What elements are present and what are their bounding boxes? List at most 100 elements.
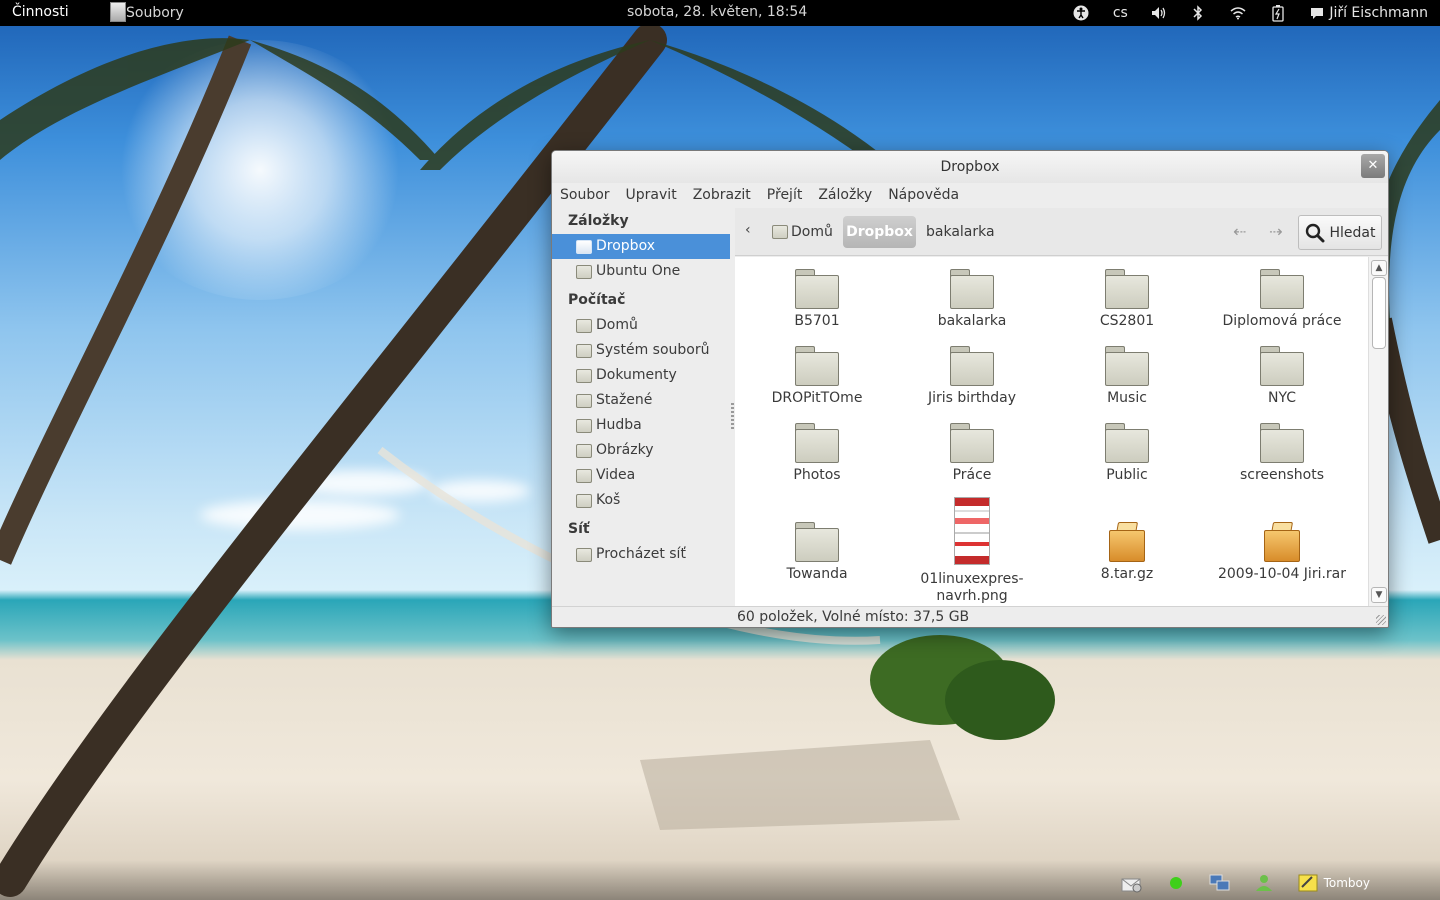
sidebar-item-label: Koš [596, 492, 621, 508]
user-status-icon[interactable] [1252, 872, 1276, 894]
battery-icon[interactable] [1258, 0, 1298, 26]
bluetooth-icon[interactable] [1178, 0, 1218, 26]
accessibility-icon[interactable] [1064, 0, 1098, 26]
user-name: Jiří Eischmann [1329, 5, 1428, 21]
main-pane: ‹ Domů Dropbox bakalarka ⇠ ⇢ Hledat B570… [735, 208, 1388, 606]
keyboard-layout-indicator[interactable]: cs [1098, 0, 1142, 26]
folder-icon [795, 346, 839, 386]
menu-help[interactable]: Nápověda [880, 183, 967, 208]
sidebar-item-dropbox[interactable]: Dropbox [552, 234, 730, 259]
status-tray: cs Jiří Eischmann [1064, 0, 1428, 26]
forward-arrow-icon[interactable]: ⇢ [1269, 222, 1282, 241]
search-label: Hledat [1329, 224, 1376, 241]
sidebar-heading-network: Síť [568, 521, 590, 537]
sidebar-item-filesystem[interactable]: Systém souborů [552, 338, 730, 363]
file-item[interactable]: DROPitTOme [742, 346, 892, 407]
menu-go[interactable]: Přejít [759, 183, 811, 208]
network-manager-icon[interactable] [1208, 872, 1232, 894]
status-text: 60 položek, Volné místo: 37,5 GB [737, 609, 970, 625]
file-item[interactable]: Práce [897, 423, 1047, 484]
sidebar-item-downloads[interactable]: Stažené [552, 388, 730, 413]
folder-icon [950, 346, 994, 386]
window-titlebar[interactable]: Dropbox ✕ [552, 151, 1388, 183]
crumb-bakalarka[interactable]: bakalarka [926, 216, 995, 248]
file-name: bakalarka [937, 313, 1007, 329]
app-menu[interactable]: Soubory [110, 2, 184, 22]
sidebar-item-label: Dropbox [596, 238, 655, 254]
file-name: Photos [793, 467, 841, 483]
tomboy-label[interactable]: Tomboy [1324, 876, 1370, 890]
vertical-scrollbar[interactable]: ▲ ▼ [1368, 257, 1388, 606]
file-item[interactable]: Diplomová práce [1207, 269, 1357, 330]
menu-file[interactable]: Soubor [560, 183, 618, 208]
file-item[interactable]: B5701 [742, 269, 892, 330]
scroll-thumb[interactable] [1372, 277, 1386, 349]
window-content: Záložky Dropbox Ubuntu One Počítač Domů … [552, 208, 1388, 627]
search-icon [1305, 223, 1324, 242]
crumb-dropbox[interactable]: Dropbox [843, 216, 916, 248]
menu-view[interactable]: Zobrazit [685, 183, 759, 208]
chat-status-icon [1311, 7, 1324, 19]
file-name: Towanda [786, 566, 848, 582]
trash-icon [576, 493, 592, 508]
message-tray: Tomboy [1120, 866, 1440, 900]
file-item[interactable]: NYC [1207, 346, 1357, 407]
sidebar-item-music[interactable]: Hudba [552, 413, 730, 438]
file-item[interactable]: bakalarka [897, 269, 1047, 330]
window-title: Dropbox [940, 159, 1000, 175]
file-item[interactable]: 8.tar.gz [1052, 522, 1202, 583]
resize-grip[interactable] [1376, 615, 1386, 625]
file-item[interactable]: CS2801 [1052, 269, 1202, 330]
search-button[interactable]: Hledat [1298, 215, 1382, 250]
app-menu-label: Soubory [126, 5, 184, 21]
sidebar-item-home[interactable]: Domů [552, 313, 730, 338]
files-app-icon [110, 2, 126, 22]
file-item[interactable]: 2009-10-04 Jiri.rar [1207, 522, 1357, 583]
folder-icon [1260, 423, 1304, 463]
sidebar-item-browse-network[interactable]: Procházet síť [552, 542, 730, 567]
top-panel: Činnosti Soubory sobota, 28. květen, 18:… [0, 0, 1440, 26]
file-item[interactable]: Music [1052, 346, 1202, 407]
tomboy-icon[interactable] [1296, 872, 1320, 894]
home-folder-icon [576, 318, 592, 333]
back-arrow-icon[interactable]: ⇠ [1233, 222, 1246, 241]
image-thumbnail-icon [954, 497, 990, 565]
crumb-home[interactable]: Domů [772, 216, 833, 248]
file-name: Diplomová práce [1222, 313, 1342, 329]
activities-button[interactable]: Činnosti [12, 4, 69, 20]
menu-edit[interactable]: Upravit [618, 183, 685, 208]
sidebar-resize-handle[interactable] [731, 403, 734, 429]
menu-bookmarks[interactable]: Záložky [810, 183, 880, 208]
file-item[interactable]: 01linuxexpres-navrh.png [897, 497, 1047, 605]
file-item[interactable]: Towanda [742, 522, 892, 583]
sidebar-item-documents[interactable]: Dokumenty [552, 363, 730, 388]
file-item[interactable]: Public [1052, 423, 1202, 484]
file-item[interactable]: Photos [742, 423, 892, 484]
sidebar-item-label: Procházet síť [596, 546, 686, 562]
volume-icon[interactable] [1142, 0, 1178, 26]
sidebar-item-trash[interactable]: Koš [552, 488, 730, 513]
mail-notification-icon[interactable] [1120, 872, 1144, 894]
clock[interactable]: sobota, 28. květen, 18:54 [627, 4, 807, 20]
downloads-folder-icon [576, 393, 592, 408]
file-item[interactable]: screenshots [1207, 423, 1357, 484]
close-button[interactable]: ✕ [1361, 154, 1385, 178]
scroll-up-icon[interactable]: ▲ [1371, 260, 1387, 276]
file-name: B5701 [794, 313, 840, 329]
music-folder-icon [576, 418, 592, 433]
sidebar-item-ubuntu-one[interactable]: Ubuntu One [552, 259, 730, 284]
user-menu[interactable]: Jiří Eischmann [1298, 0, 1428, 26]
online-status-icon[interactable] [1164, 872, 1188, 894]
path-scroll-left-icon[interactable]: ‹ [745, 222, 751, 238]
sidebar-item-videos[interactable]: Videa [552, 463, 730, 488]
file-name: Music [1107, 390, 1147, 406]
folder-icon [1260, 269, 1304, 309]
file-name: Práce [952, 467, 992, 483]
menubar: Soubor Upravit Zobrazit Přejít Záložky N… [552, 183, 1388, 208]
file-item[interactable]: Jiris birthday [897, 346, 1047, 407]
wifi-icon[interactable] [1218, 0, 1258, 26]
scroll-down-icon[interactable]: ▼ [1371, 587, 1387, 603]
file-name: 2009-10-04 Jiri.rar [1217, 566, 1347, 582]
file-manager-window: Dropbox ✕ Soubor Upravit Zobrazit Přejít… [551, 150, 1389, 628]
sidebar-item-pictures[interactable]: Obrázky [552, 438, 730, 463]
